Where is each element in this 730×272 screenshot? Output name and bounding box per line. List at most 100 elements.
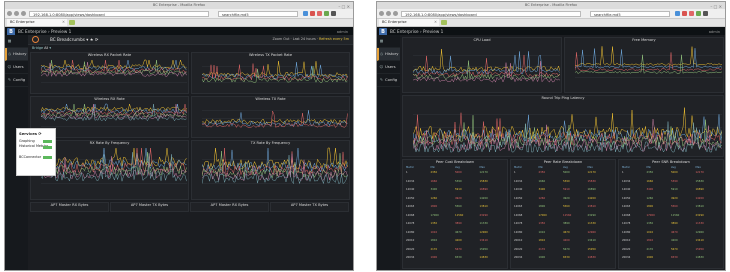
url-bar[interactable]: 192.168.1.0:8080/app/views/dashboard — [29, 10, 209, 17]
panel-title[interactable]: Peer Cost Breakdown — [403, 160, 507, 165]
table-row: 1 2350 5000 12170 — [406, 169, 504, 178]
table-row: 12063 1800 5560 13810 — [514, 203, 612, 212]
download-icon[interactable] — [324, 11, 329, 16]
graph-canvas[interactable] — [202, 103, 348, 134]
table-cell: 12063 — [622, 205, 631, 208]
sidebar-item-history[interactable]: ◷ History — [377, 48, 400, 61]
template-filter[interactable]: Bridge All ▾ — [28, 45, 353, 52]
sidebar-item-config[interactable]: ✎ Config — [377, 74, 400, 87]
home-icon[interactable] — [21, 11, 26, 16]
table-row: 12050 1260 4920 14200 — [406, 195, 504, 204]
table-cell: 3890 — [563, 222, 570, 225]
table-cell: 12068 — [406, 213, 415, 217]
mail-icon[interactable] — [689, 11, 694, 16]
search-bar[interactable]: searchfile.md5 — [218, 10, 298, 17]
series-line — [202, 62, 348, 80]
table-cell: 4200 — [671, 239, 678, 242]
panel-title[interactable]: Wireless TX Packet Rate — [192, 53, 349, 58]
table-cell: 3400 — [646, 188, 654, 191]
table-row: 20034 1900 6530 14830 — [406, 254, 504, 263]
series-line — [413, 60, 560, 81]
menu-icon[interactable] — [703, 11, 708, 16]
graph-panel: Wireless RX Packet Rate — [30, 52, 189, 94]
graph-canvas[interactable] — [413, 102, 722, 153]
graph-canvas[interactable] — [202, 147, 348, 196]
table-cell: 20020 — [622, 247, 631, 251]
sidebar-item-history[interactable]: ◷ History — [5, 48, 28, 61]
table-row: 12068 17000 11560 23290 — [406, 212, 504, 221]
table-cell: 16890 — [479, 188, 488, 191]
sidebar-item-overview[interactable]: ▦Overview — [5, 35, 28, 55]
status-badge — [43, 155, 52, 159]
panel-title[interactable]: Round Trip Ping Latency — [403, 96, 723, 101]
panel-title[interactable]: Wireless RX Rate — [31, 97, 188, 102]
table-cell: 15950 — [587, 247, 596, 251]
abp-icon[interactable] — [310, 11, 315, 16]
panel-title[interactable]: AP7 Master TX Bytes — [111, 203, 188, 208]
download-icon[interactable] — [696, 11, 701, 16]
table-cell: 1260 — [430, 196, 438, 200]
graph-canvas[interactable] — [575, 44, 722, 89]
close-icon[interactable]: ✕ — [434, 19, 437, 26]
table-cell: 16890 — [587, 188, 596, 191]
graph-canvas[interactable] — [41, 103, 187, 134]
back-icon[interactable] — [379, 11, 384, 16]
browser-tab[interactable]: BC Enterprise ✕ — [379, 19, 439, 26]
clock-icon: ◷ — [7, 51, 12, 56]
table-cell: 11330 — [479, 222, 488, 225]
table-cell: 12078 — [406, 222, 415, 225]
url-bar[interactable]: 192.168.1.0:8080/app/views/dashboard — [401, 10, 581, 17]
table-cell: 5910 — [671, 188, 678, 191]
table-row: 12063 1800 5560 13810 — [622, 203, 720, 212]
panel-title[interactable]: TX Rate By Frequency — [192, 141, 349, 146]
panel-title[interactable]: AP7 Master RX Bytes — [31, 203, 108, 208]
extension-icon[interactable] — [303, 11, 308, 16]
search-bar[interactable]: searchfile.md5 — [590, 10, 670, 17]
window-title: BC Enterprise - Mozilla Firefox — [152, 3, 206, 7]
table-cell: 12170 — [587, 171, 596, 174]
graph-canvas[interactable] — [41, 59, 187, 90]
dashboard-title[interactable]: BC Breadcrumbs ▾ ★ ⟳ — [50, 35, 98, 44]
panel-title[interactable]: CPU Load — [403, 38, 561, 43]
panel-title[interactable]: Peer SNR Breakdown — [619, 160, 723, 165]
table-row: 12068 17000 11560 23290 — [514, 212, 612, 221]
new-tab-icon[interactable] — [441, 20, 447, 25]
browser-tab[interactable]: BC Enterprise ✕ — [7, 19, 67, 26]
time-controls[interactable]: Zoom Out · Last 24 hours · Refresh every… — [272, 35, 349, 44]
mail-icon[interactable] — [317, 11, 322, 16]
table-cell: 1800 — [646, 205, 654, 208]
tab-bar: BC Enterprise ✕ — [377, 19, 725, 27]
graph-panel: Wireless TX Rate — [191, 96, 350, 138]
extension-icon[interactable] — [675, 11, 680, 16]
panel-title[interactable]: Peer Rate Breakdown — [511, 160, 615, 165]
table-cell: 12040 — [514, 188, 523, 191]
home-icon[interactable] — [393, 11, 398, 16]
back-icon[interactable] — [7, 11, 12, 16]
sidebar-item-users[interactable]: ☺ Users — [5, 61, 28, 74]
table-cell: 20034 — [406, 256, 415, 259]
forward-icon[interactable] — [386, 11, 391, 16]
sidebar-item-users[interactable]: ☺ Users — [377, 61, 400, 74]
new-tab-icon[interactable] — [69, 20, 75, 25]
panel-title[interactable]: Wireless RX Packet Rate — [31, 53, 188, 58]
sidebar-item-overview[interactable]: ▦Overview — [377, 35, 400, 55]
table-cell: 12078 — [514, 222, 523, 225]
abp-icon[interactable] — [682, 11, 687, 16]
panel-title[interactable]: Free Memory — [565, 38, 723, 43]
close-icon[interactable]: ✕ — [62, 19, 65, 26]
sidebar-item-config[interactable]: ✎ Config — [5, 74, 28, 87]
graph-canvas[interactable] — [413, 44, 560, 89]
forward-icon[interactable] — [14, 11, 19, 16]
graph-canvas[interactable] — [202, 59, 348, 90]
table-cell: 11560 — [671, 213, 680, 217]
graph-panel: AP7 Master RX Bytes — [30, 202, 109, 212]
panel-title[interactable]: AP7 Master RX Bytes — [191, 203, 268, 208]
dashboard-toolbar: BC Breadcrumbs ▾ ★ ⟳ Zoom Out · Last 24 … — [28, 35, 353, 45]
table-cell: 4670 — [671, 230, 678, 234]
panel-title[interactable]: AP7 Master TX Bytes — [271, 203, 348, 208]
panel-title[interactable]: Wireless TX Rate — [192, 97, 349, 102]
menu-icon[interactable] — [331, 11, 336, 16]
table-cell: 1660 — [646, 179, 654, 183]
users-icon: ☺ — [379, 64, 384, 69]
graph-canvas[interactable] — [41, 147, 187, 196]
